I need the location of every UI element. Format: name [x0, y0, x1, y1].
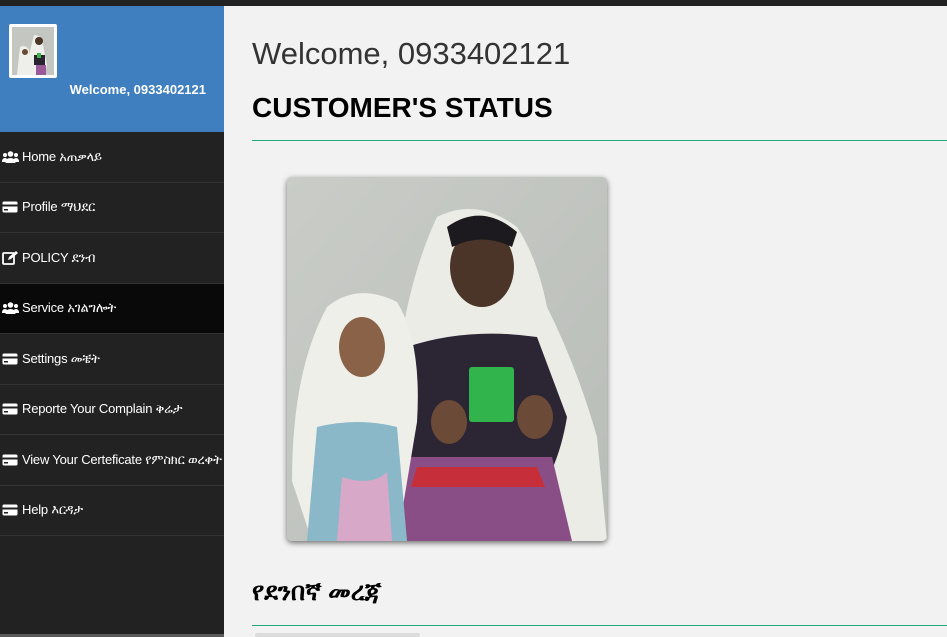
sidebar-item-label: Help እርዳታ — [22, 502, 83, 518]
avatar[interactable] — [9, 24, 57, 78]
card-icon — [0, 353, 22, 365]
sidebar-item-label: Settings መቼት — [22, 350, 100, 366]
horizontal-scrollbar[interactable] — [255, 633, 420, 637]
divider — [252, 625, 947, 626]
card-icon — [0, 201, 22, 213]
sidebar-item-label: View Your Certeficate የምስክር ወረቀት — [22, 451, 222, 467]
customer-info-heading: የደንበኛ መረጃ — [252, 578, 382, 606]
edit-icon — [0, 250, 22, 265]
sidebar-item-label: POLICY ደንብ — [22, 249, 96, 265]
sidebar: Welcome, 0933402121 Home አጠቃላይ Profile ማ… — [0, 6, 224, 637]
sidebar-item-settings[interactable]: Settings መቼት — [0, 334, 224, 385]
sidebar-item-label: Service አገልግሎት — [22, 300, 117, 316]
customer-photo — [287, 177, 607, 541]
avatar-photo — [12, 27, 54, 75]
sidebar-item-service[interactable]: Service አገልግሎት — [0, 283, 224, 334]
users-icon — [0, 150, 22, 163]
sidebar-item-label: Reporte Your Complain ቅሬታ — [22, 401, 183, 417]
divider — [252, 140, 947, 141]
sidebar-header: Welcome, 0933402121 — [0, 6, 224, 132]
sidebar-welcome: Welcome, 0933402121 — [69, 82, 206, 97]
sidebar-item-complain[interactable]: Reporte Your Complain ቅሬታ — [0, 385, 224, 435]
sidebar-item-label: Profile ማህደር — [22, 199, 96, 215]
users-icon — [0, 302, 22, 315]
page-title: Welcome, 0933402121 — [252, 36, 571, 71]
sidebar-item-help[interactable]: Help እርዳታ — [0, 486, 224, 536]
sidebar-item-home[interactable]: Home አጠቃላይ — [0, 132, 224, 183]
main-content: Welcome, 0933402121 CUSTOMER'S STATUS የደ… — [225, 6, 947, 637]
card-icon — [0, 403, 22, 415]
customer-status-heading: CUSTOMER'S STATUS — [252, 92, 553, 123]
sidebar-item-certificate[interactable]: View Your Certeficate የምስክር ወረቀት — [0, 435, 224, 486]
sidebar-item-policy[interactable]: POLICY ደንብ — [0, 233, 224, 284]
sidebar-item-label: Home አጠቃላይ — [22, 148, 102, 164]
sidebar-menu: Home አጠቃላይ Profile ማህደር POLICY ደንብ Servi… — [0, 132, 224, 536]
card-icon — [0, 454, 22, 466]
card-icon — [0, 504, 22, 516]
sidebar-item-profile[interactable]: Profile ማህደር — [0, 183, 224, 233]
